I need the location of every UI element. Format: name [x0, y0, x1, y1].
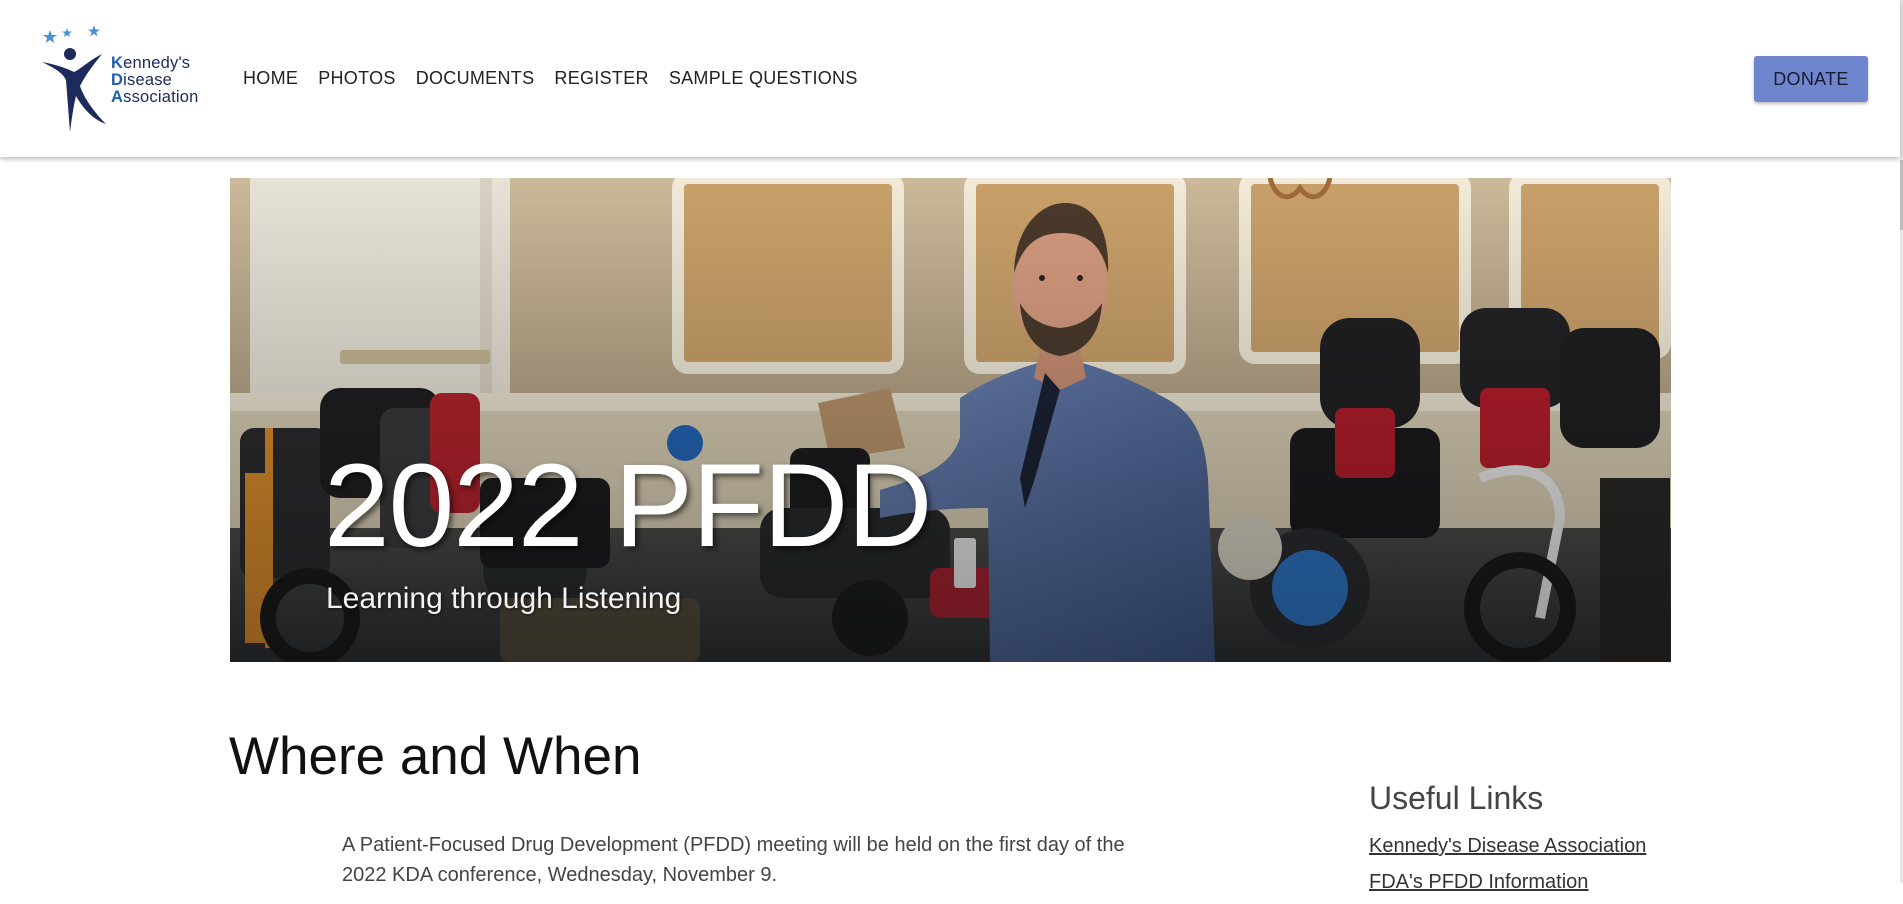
hero-banner: 2022 PFDD Learning through Listening [230, 178, 1671, 662]
section-title-where-when: Where and When [229, 727, 642, 786]
hero-subtitle: Learning through Listening [326, 582, 682, 615]
link-kda[interactable]: Kennedy's Disease Association [1369, 835, 1646, 857]
donate-button[interactable]: DONATE [1754, 56, 1868, 102]
link-fda-pfdd[interactable]: FDA's PFDD Information [1369, 871, 1588, 893]
list-item: Kennedy's Disease Association [1369, 832, 1646, 860]
main-nav: HOME PHOTOS DOCUMENTS REGISTER SAMPLE QU… [243, 68, 878, 89]
useful-links-title: Useful Links [1369, 780, 1544, 816]
kda-figure-logo-icon [42, 25, 106, 132]
hero-title: 2022 PFDD [324, 440, 933, 572]
nav-home[interactable]: HOME [243, 68, 298, 89]
site-header: Kennedy's Disease Association HOME PHOTO… [0, 0, 1900, 157]
list-item: FDA's PFDD Information [1369, 868, 1646, 896]
nav-documents[interactable]: DOCUMENTS [416, 68, 535, 89]
useful-links-list: Kennedy's Disease Association FDA's PFDD… [1369, 832, 1646, 904]
intro-paragraph: A Patient-Focused Drug Development (PFDD… [342, 834, 1125, 886]
kda-logo[interactable]: Kennedy's Disease Association [36, 24, 216, 134]
nav-photos[interactable]: PHOTOS [318, 68, 395, 89]
kda-logo-text: Kennedy's Disease Association [111, 54, 199, 106]
nav-register[interactable]: REGISTER [554, 68, 648, 89]
nav-sample-questions[interactable]: SAMPLE QUESTIONS [669, 68, 858, 89]
